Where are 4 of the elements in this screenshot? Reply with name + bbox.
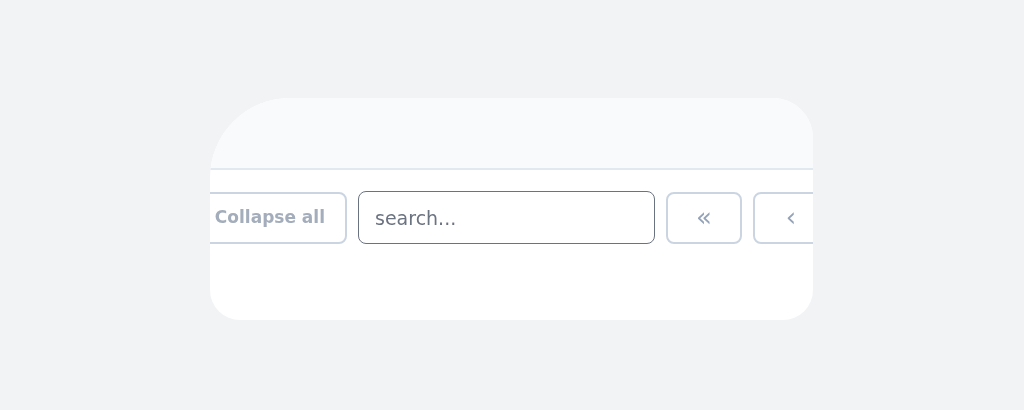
previous-page-button[interactable]: ‹ <box>753 191 813 244</box>
first-page-button[interactable]: « <box>666 191 742 244</box>
collapse-all-button[interactable]: Collapse all <box>210 191 347 244</box>
search-field[interactable]: search... <box>358 191 655 244</box>
